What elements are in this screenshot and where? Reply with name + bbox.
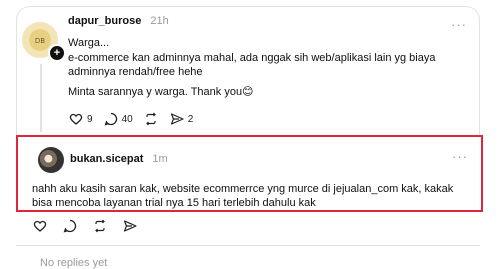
avatar[interactable]	[38, 147, 64, 173]
repost-button[interactable]	[143, 111, 159, 127]
post-line: Minta sarannya y warga. Thank you😊	[68, 86, 254, 98]
comment-count: 40	[121, 113, 133, 125]
plus-icon[interactable]: +	[48, 44, 66, 62]
post-line: e-commerce kan adminnya mahal, ada nggak…	[68, 52, 436, 78]
post-actions: 9 40 2	[68, 111, 193, 127]
reply-header: bukan.sicepat 1m	[70, 153, 168, 165]
share-button[interactable]: 2	[169, 111, 194, 127]
like-count: 9	[87, 113, 93, 125]
reply-text: nahh aku kasih saran kak, website ecomme…	[32, 183, 454, 209]
username[interactable]: bukan.sicepat	[70, 153, 143, 165]
comment-icon[interactable]	[62, 218, 78, 234]
reply-highlight: bukan.sicepat 1m ··· nahh aku kasih sara…	[16, 135, 483, 212]
timestamp: 1m	[152, 153, 168, 165]
footer-text: No replies yet	[40, 257, 108, 269]
repost-icon	[145, 112, 156, 126]
repost-icon[interactable]	[92, 218, 108, 234]
svg-text:DB: DB	[35, 37, 45, 45]
share-count: 2	[187, 113, 194, 125]
heart-icon	[69, 113, 83, 125]
post-line: Warga...	[68, 37, 110, 49]
divider	[16, 245, 480, 246]
share-icon	[170, 113, 184, 125]
thread-line	[40, 64, 42, 132]
username[interactable]: dapur_burose	[68, 15, 141, 27]
more-icon[interactable]: ···	[452, 149, 468, 164]
share-icon[interactable]	[122, 218, 138, 234]
like-button[interactable]: 9	[68, 111, 93, 127]
more-icon[interactable]: ···	[451, 17, 467, 32]
post-body: Warga... e-commerce kan adminnya mahal, …	[68, 36, 468, 105]
comment-icon	[104, 112, 117, 126]
reply-actions	[32, 218, 138, 234]
heart-icon[interactable]	[32, 218, 48, 234]
timestamp: 21h	[150, 15, 169, 27]
comment-button[interactable]: 40	[103, 111, 133, 127]
post-header: dapur_burose 21h	[68, 15, 169, 27]
